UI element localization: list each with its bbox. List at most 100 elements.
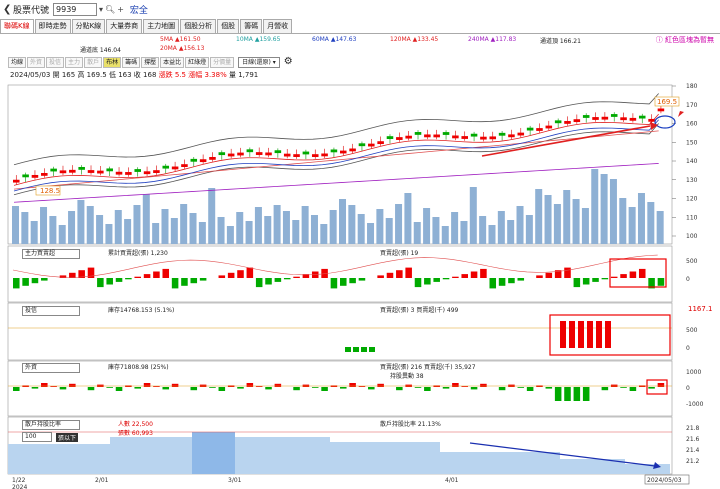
volume-bar-25 <box>245 221 253 244</box>
volume-bar-41 <box>395 204 403 244</box>
candle-body-61 <box>582 115 590 118</box>
candle-body-30 <box>293 154 300 157</box>
volume-bar-56 <box>535 189 543 244</box>
retail-bar-3 <box>235 437 330 474</box>
trust-select[interactable]: 投信 <box>22 306 80 316</box>
volume-bar-50 <box>479 216 487 244</box>
candle-body-46 <box>442 132 450 135</box>
volume-bar-46 <box>441 226 449 244</box>
date-label-0: 1/22 <box>12 477 26 484</box>
candle-body-19 <box>190 158 198 162</box>
mainforce-bar-15 <box>153 271 160 278</box>
trust-right-value: 1167.1 <box>688 305 713 313</box>
foreign-bar-54 <box>517 387 525 388</box>
foreign-bar-19 <box>190 387 198 391</box>
volume-bar-28 <box>273 205 281 244</box>
foreign-bar-11 <box>115 387 123 391</box>
mainforce-bar-20 <box>199 278 207 281</box>
candle-body-26 <box>255 152 263 155</box>
foreign-bar-label: 買賣超(張) 216 買賣超(千) 35,927 <box>380 364 476 371</box>
candle-body-54 <box>517 132 525 136</box>
foreign-bar-30 <box>293 387 300 391</box>
foreign-bar-48 <box>461 386 468 387</box>
volume-bar-43 <box>413 222 421 244</box>
trust-neg-bar-1 <box>353 347 359 352</box>
mainforce-bar-16 <box>162 268 170 278</box>
mainforce-bar-29 <box>283 278 291 280</box>
candle-body-12 <box>125 172 132 175</box>
candle-body-64 <box>610 114 618 117</box>
foreign-axis-2: -1000 <box>686 401 704 408</box>
retail-bar-2 <box>192 432 235 474</box>
foreign-bar-26 <box>255 386 263 387</box>
mainforce-bar-42 <box>405 267 412 278</box>
foreign-bar-43 <box>414 387 422 388</box>
candle-body-27 <box>265 152 272 156</box>
candle-body-37 <box>358 143 366 147</box>
mainforce-bar-64 <box>610 276 618 278</box>
mainforce-bar-28 <box>274 278 282 282</box>
price-tick-2: 160 <box>686 121 698 128</box>
mainforce-bar-69 <box>657 278 665 286</box>
retail-axis-3: 21.2 <box>686 458 700 465</box>
volume-bar-23 <box>226 226 234 244</box>
volume-bar-36 <box>348 205 356 244</box>
foreign-bar-28 <box>274 383 282 387</box>
candle-body-47 <box>452 135 459 139</box>
volume-bar-45 <box>432 217 440 244</box>
retail-threshold-select[interactable]: 100 <box>22 432 52 442</box>
foreign-bar-24 <box>237 387 244 389</box>
mainforce-bar-67 <box>638 268 646 278</box>
mainforce-bar-22 <box>218 275 226 278</box>
candle-body-55 <box>526 127 534 131</box>
candle-body-5 <box>59 170 67 174</box>
mainforce-bar-35 <box>340 278 347 286</box>
foreign-bar-3 <box>41 383 48 387</box>
mainforce-bar-40 <box>386 272 394 278</box>
date-label-3: 3/01 <box>228 477 242 484</box>
foreign-bar-14 <box>143 383 151 387</box>
foreign-bar-0 <box>13 387 20 391</box>
foreign-bar-21 <box>209 387 216 388</box>
mainforce-highlight-box <box>609 258 667 288</box>
candle-body-0 <box>13 179 20 183</box>
volume-bar-40 <box>385 218 393 244</box>
mainforce-bar-52 <box>498 278 506 286</box>
trust-bar-4 <box>596 321 602 348</box>
foreign-bar-44 <box>424 387 431 391</box>
mainforce-bar-17 <box>171 278 179 289</box>
trust-neg-bar-2 <box>361 347 367 352</box>
low-mark-label: 128.5 <box>40 187 60 195</box>
mainforce-bar-19 <box>190 278 198 284</box>
retail-select[interactable]: 散戶持股比率 <box>22 420 80 430</box>
foreign-bar-25 <box>246 383 254 387</box>
price-tick-6: 120 <box>686 196 698 203</box>
date-label-2: 2/01 <box>95 477 109 484</box>
mainforce-bar-14 <box>143 274 151 278</box>
band-bottom-line <box>13 123 659 196</box>
chart-canvas[interactable]: 180 170 160 150 140 130 120 110 100 169.5 128.5 500… <box>0 0 720 489</box>
candle-body-35 <box>340 150 347 154</box>
current-date-label: 2024/05/03 <box>647 477 682 484</box>
candle-body-10 <box>106 168 113 172</box>
candle-body-14 <box>143 171 151 175</box>
foreign-bar-32 <box>311 387 319 388</box>
volume-bar-10 <box>105 224 113 244</box>
candle-body-58 <box>554 120 562 124</box>
foreign-bar-35 <box>340 387 347 389</box>
foreign-bar-17 <box>171 383 179 387</box>
foreign-bar-6 <box>69 383 76 387</box>
candle-body-53 <box>508 134 515 138</box>
mainforce-bar-41 <box>396 270 403 278</box>
foreign-select[interactable]: 外資 <box>22 363 80 373</box>
volume-bar-55 <box>525 215 533 244</box>
foreign-bar-55 <box>526 387 534 391</box>
mainforce-select[interactable]: 主力買賣超 <box>22 249 80 259</box>
candle-body-49 <box>470 133 478 137</box>
trust-bar-2 <box>578 321 584 348</box>
foreign-bar-47 <box>452 383 459 387</box>
candle-body-38 <box>368 143 375 147</box>
retail-axis-1: 21.6 <box>686 436 700 443</box>
mainforce-bar-45 <box>433 278 440 282</box>
mainforce-axis-1: 0 <box>686 276 690 283</box>
